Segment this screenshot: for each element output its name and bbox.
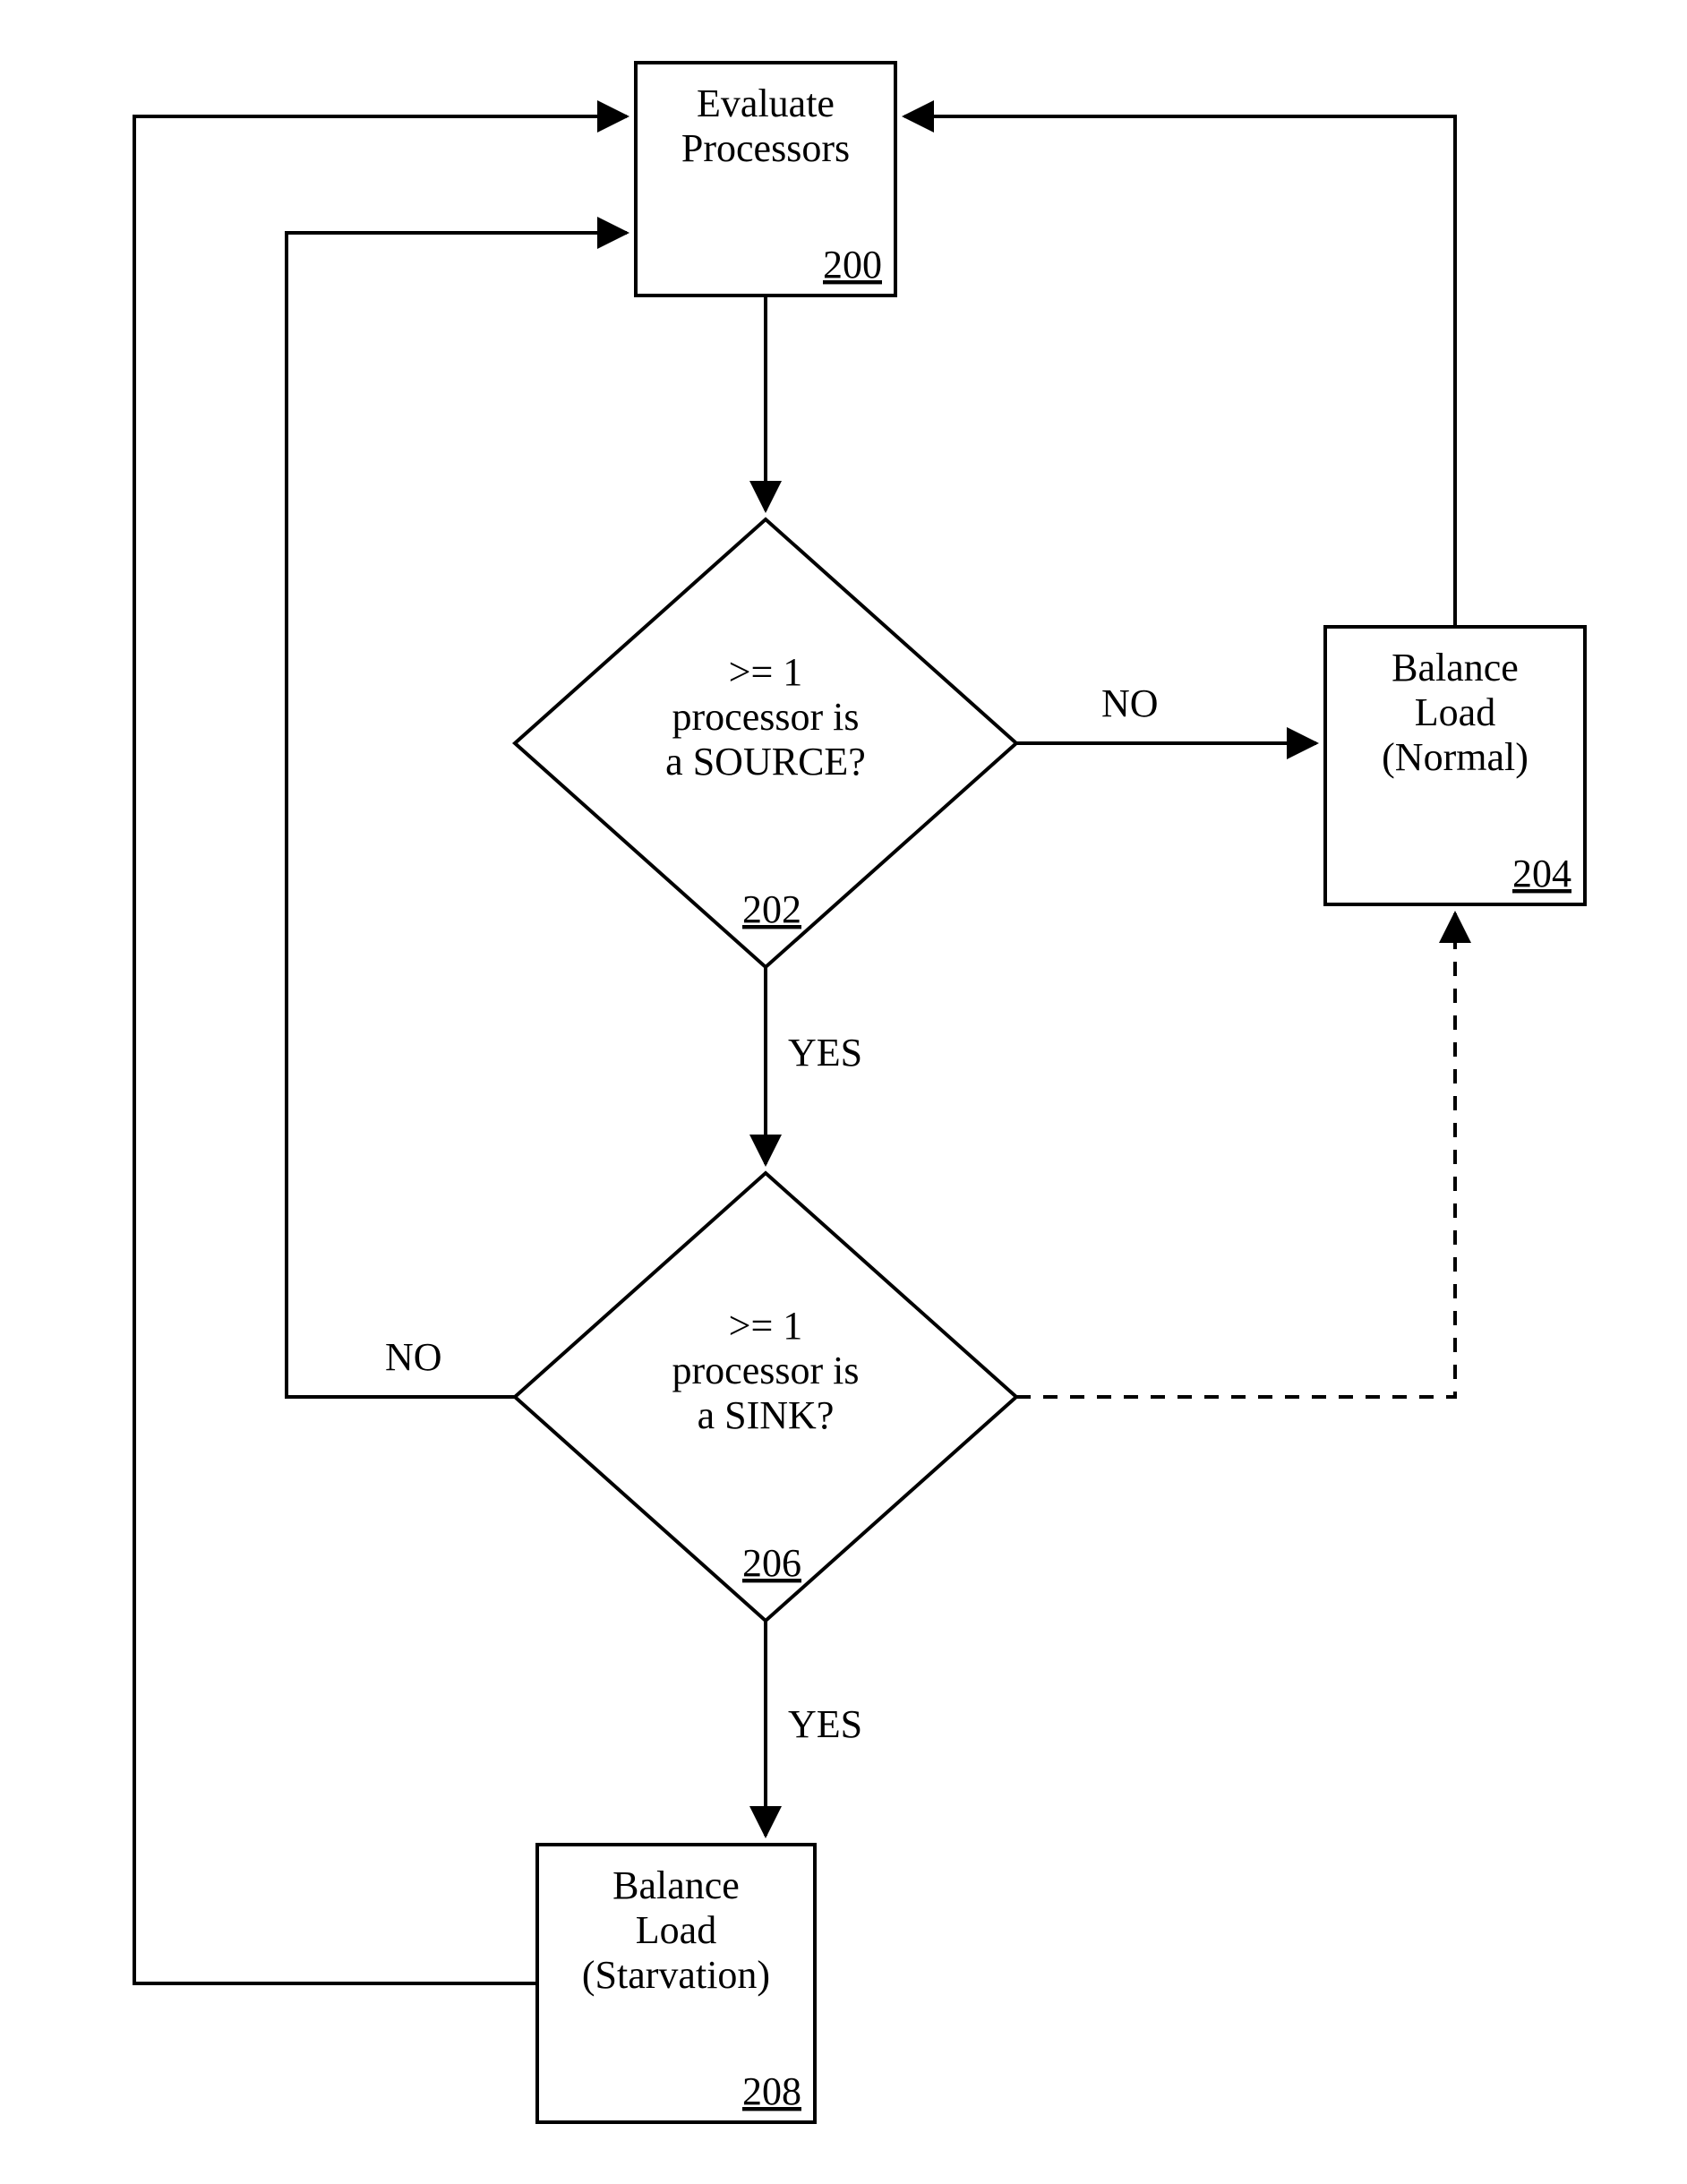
balance-normal-ref: 204 [1512, 852, 1571, 895]
node-sink-check: >= 1 processor is a SINK? 206 [515, 1173, 1016, 1621]
source-line3: a SOURCE? [665, 740, 866, 784]
label-sink-no: NO [385, 1335, 442, 1379]
edge-sink-no-to-evaluate [287, 233, 627, 1397]
label-source-no: NO [1101, 681, 1159, 725]
balance-starv-line1: Balance [612, 1863, 740, 1907]
balance-starv-line3: (Starvation) [582, 1953, 770, 1997]
balance-normal-line3: (Normal) [1382, 735, 1529, 779]
label-source-yes: YES [788, 1031, 862, 1075]
balance-starv-ref: 208 [742, 2069, 801, 2113]
evaluate-line1: Evaluate [697, 81, 835, 125]
balance-normal-line2: Load [1415, 690, 1495, 734]
flowchart: Evaluate Processors 200 >= 1 processor i… [0, 0, 1687, 2184]
edge-sink-dashed-to-balance-normal [1016, 913, 1455, 1397]
sink-ref: 206 [742, 1541, 801, 1585]
node-evaluate-processors: Evaluate Processors 200 [636, 63, 895, 295]
sink-line3: a SINK? [698, 1393, 835, 1437]
node-balance-normal: Balance Load (Normal) 204 [1325, 627, 1585, 904]
label-sink-yes: YES [788, 1702, 862, 1746]
edge-balance-starvation-to-evaluate [134, 116, 627, 1983]
sink-line1: >= 1 [729, 1304, 803, 1348]
evaluate-ref: 200 [823, 243, 882, 287]
node-source-check: >= 1 processor is a SOURCE? 202 [515, 519, 1016, 967]
balance-starv-line2: Load [636, 1908, 716, 1952]
sink-line2: processor is [672, 1349, 860, 1392]
balance-normal-line1: Balance [1392, 646, 1519, 689]
source-ref: 202 [742, 887, 801, 931]
edge-balance-normal-to-evaluate [904, 116, 1455, 627]
evaluate-line2: Processors [681, 126, 850, 170]
source-line2: processor is [672, 695, 860, 739]
node-balance-starvation: Balance Load (Starvation) 208 [537, 1845, 815, 2122]
source-line1: >= 1 [729, 650, 803, 694]
